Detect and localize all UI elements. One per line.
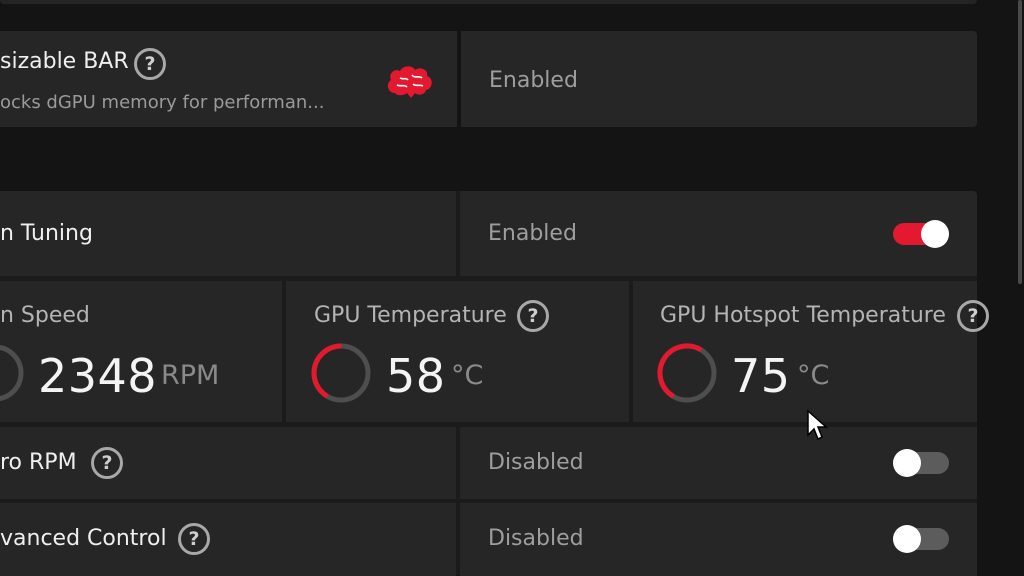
resizable-bar-title: sizable BAR xyxy=(0,49,129,74)
fan-speed-unit: RPM xyxy=(161,360,220,391)
resizable-bar-help-icon[interactable]: ? xyxy=(134,48,166,80)
gpu-temperature-help-icon[interactable]: ? xyxy=(517,300,549,332)
advanced-control-value: Disabled xyxy=(488,526,584,551)
zero-rpm-value-cell: Disabled xyxy=(460,427,977,499)
page-scrollbar[interactable] xyxy=(1018,0,1022,284)
tuning-title-cell: n Tuning xyxy=(0,191,456,276)
tuning-settings-page: sizable BAR ? ocks dGPU memory for perfo… xyxy=(0,0,1024,576)
zero-rpm-value: Disabled xyxy=(488,450,584,475)
tuning-title: n Tuning xyxy=(0,221,93,246)
advanced-control-toggle[interactable] xyxy=(893,525,949,553)
resizable-bar-info-cell: sizable BAR ? ocks dGPU memory for perfo… xyxy=(0,31,457,127)
gpu-temperature-label: GPU Temperature xyxy=(314,303,507,328)
fan-speed-value: 2348 xyxy=(38,349,158,403)
gpu-hotspot-label: GPU Hotspot Temperature xyxy=(660,303,946,328)
zero-rpm-toggle-knob xyxy=(893,449,921,477)
advanced-control-title-cell: vanced Control ? xyxy=(0,503,456,576)
gpu-hotspot-gauge xyxy=(657,343,717,403)
gpu-hotspot-value: 75 xyxy=(731,349,791,403)
gpu-temperature-unit: °C xyxy=(451,360,484,391)
previous-panel-edge xyxy=(0,0,977,4)
fan-speed-gauge xyxy=(0,344,24,402)
brain-icon xyxy=(387,66,432,98)
fan-speed-metric: n Speed 2348 RPM xyxy=(0,281,282,422)
zero-rpm-title: ro RPM xyxy=(0,450,77,475)
zero-rpm-help-icon[interactable]: ? xyxy=(91,447,123,479)
zero-rpm-title-cell: ro RPM ? xyxy=(0,427,456,499)
mouse-cursor-icon xyxy=(807,409,828,441)
resizable-bar-subtitle: ocks dGPU memory for performan... xyxy=(0,92,325,113)
tuning-value-cell: Enabled xyxy=(460,191,977,276)
gpu-hotspot-metric: GPU Hotspot Temperature ? 75 °C xyxy=(633,281,989,422)
tuning-toggle[interactable] xyxy=(893,220,949,248)
advanced-control-help-icon[interactable]: ? xyxy=(178,523,210,555)
advanced-control-toggle-knob xyxy=(893,525,921,553)
tuning-value: Enabled xyxy=(488,221,577,246)
zero-rpm-toggle[interactable] xyxy=(893,449,949,477)
gpu-temperature-gauge xyxy=(311,343,371,403)
gpu-temperature-metric: GPU Temperature ? 58 °C xyxy=(286,281,629,422)
gpu-hotspot-help-icon[interactable]: ? xyxy=(957,300,989,332)
tuning-toggle-knob xyxy=(921,220,949,248)
gpu-hotspot-unit: °C xyxy=(797,360,830,391)
advanced-control-value-cell: Disabled xyxy=(460,503,977,576)
advanced-control-title: vanced Control xyxy=(0,526,167,551)
fan-speed-label: n Speed xyxy=(0,303,90,328)
gpu-temperature-value: 58 xyxy=(386,349,446,403)
resizable-bar-value-cell: Enabled xyxy=(461,31,977,127)
resizable-bar-value: Enabled xyxy=(489,68,578,93)
